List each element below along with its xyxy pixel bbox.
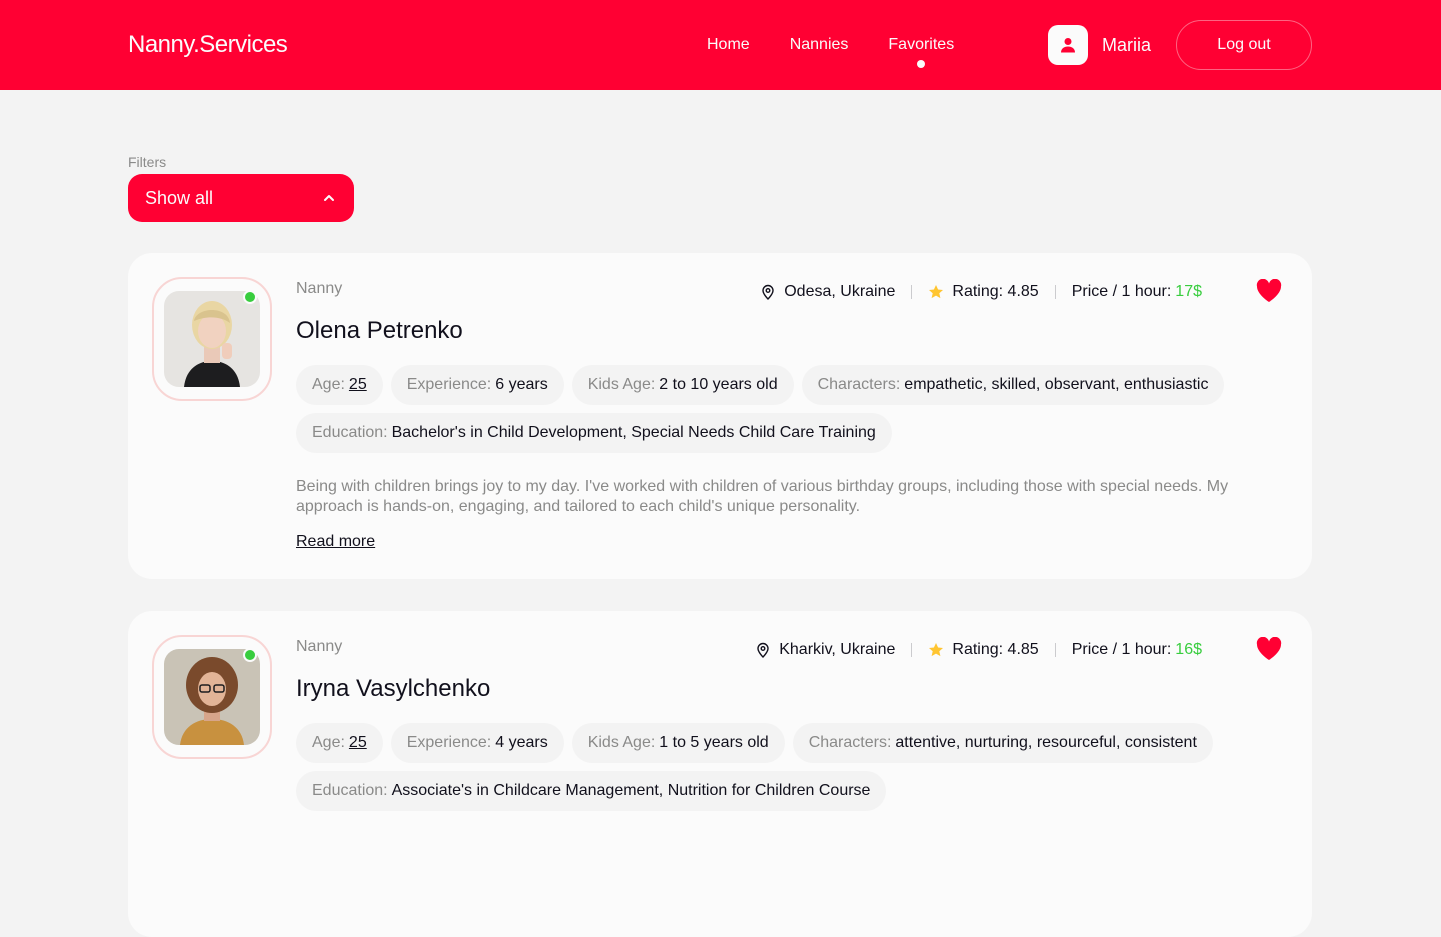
location-text: Kharkiv, Ukraine	[779, 641, 896, 658]
nav-nannies[interactable]: Nannies	[790, 36, 849, 54]
price: Price / 1 hour: 17$	[1072, 283, 1202, 301]
nanny-photo	[164, 649, 260, 745]
filters-label: Filters	[128, 154, 167, 170]
star-icon	[929, 643, 944, 657]
online-status-icon	[243, 290, 257, 304]
star-icon	[929, 285, 944, 299]
card-meta: Odesa, Ukraine Rating: 4.85 Price / 1 ho…	[760, 283, 1202, 301]
meta-divider	[911, 285, 913, 299]
nav-home[interactable]: Home	[707, 36, 750, 54]
favorite-heart-icon[interactable]	[1256, 637, 1282, 661]
filters: Filters Show all	[128, 154, 354, 222]
meta-divider	[911, 643, 913, 657]
location: Odesa, Ukraine	[760, 283, 895, 301]
meta-divider	[1054, 285, 1056, 299]
card-description: Being with children brings joy to my day…	[296, 478, 1229, 515]
card-name: Iryna Vasylchenko	[296, 675, 491, 702]
site-header: Nanny.Services Home Nannies Favorites Ma…	[0, 0, 1441, 90]
rating-text: Rating: 4.85	[952, 283, 1039, 300]
card-role: Nanny	[296, 280, 343, 297]
card-tags: Age: 25 Experience: 4 years Kids Age: 1 to …	[296, 723, 1286, 811]
tag-education: Education: Bachelor's in Child Developmen…	[296, 413, 892, 453]
user-name: Mariia	[1102, 34, 1152, 55]
tag-age: Age: 25	[296, 723, 383, 763]
main-nav: Home Nannies Favorites	[707, 0, 954, 90]
location: Kharkiv, Ukraine	[755, 641, 895, 659]
chevron-up-icon	[324, 195, 334, 201]
nanny-photo	[164, 291, 260, 387]
card-name: Olena Petrenko	[296, 317, 463, 344]
user-profile: Mariia	[1048, 25, 1151, 65]
card-role: Nanny	[296, 638, 343, 655]
location-text: Odesa, Ukraine	[784, 283, 896, 300]
tag-kids-age: Kids Age: 1 to 5 years old	[571, 723, 785, 763]
rating-text: Rating: 4.85	[952, 641, 1039, 658]
map-pin-icon	[757, 642, 769, 658]
nanny-card: Nanny Olena Petrenko Odesa, Ukraine Rati…	[128, 253, 1312, 579]
tag-characters: Characters: attentive, nurturing, resourc…	[792, 723, 1213, 763]
rating: Rating: 4.85	[928, 283, 1039, 301]
filter-select[interactable]: Show all	[128, 174, 354, 222]
nanny-photo-frame	[152, 635, 272, 759]
meta-divider	[1054, 643, 1056, 657]
user-icon	[1048, 25, 1088, 65]
map-pin-icon	[762, 284, 774, 300]
tag-characters: Characters: empathetic, skilled, observan…	[801, 365, 1225, 405]
tag-experience: Experience: 4 years	[390, 723, 564, 763]
price-label: Price / 1 hour:	[1071, 641, 1172, 658]
price: Price / 1 hour: 16$	[1072, 641, 1202, 659]
nanny-photo-frame	[152, 277, 272, 401]
online-status-icon	[243, 648, 257, 662]
filter-selected-value: Show all	[145, 187, 214, 208]
nanny-card: Nanny Iryna Vasylchenko Kharkiv, Ukraine…	[128, 611, 1312, 937]
tag-kids-age: Kids Age: 2 to 10 years old	[571, 365, 794, 405]
logout-button[interactable]: Log out	[1176, 20, 1312, 70]
site-logo[interactable]: Nanny.Services	[128, 31, 288, 59]
favorite-heart-icon[interactable]	[1256, 279, 1282, 303]
rating: Rating: 4.85	[928, 641, 1039, 659]
price-value: 17$	[1175, 283, 1202, 300]
price-label: Price / 1 hour:	[1071, 283, 1172, 300]
tag-education: Education: Associate's in Childcare Manag…	[296, 771, 887, 811]
price-value: 16$	[1175, 641, 1202, 658]
read-more-link[interactable]: Read more	[296, 533, 375, 551]
tag-experience: Experience: 6 years	[390, 365, 564, 405]
card-tags: Age: 25 Experience: 6 years Kids Age: 2 to …	[296, 365, 1286, 453]
tag-age: Age: 25	[296, 365, 383, 405]
nav-favorites[interactable]: Favorites	[888, 36, 954, 68]
card-meta: Kharkiv, Ukraine Rating: 4.85 Price / 1 …	[755, 641, 1202, 659]
